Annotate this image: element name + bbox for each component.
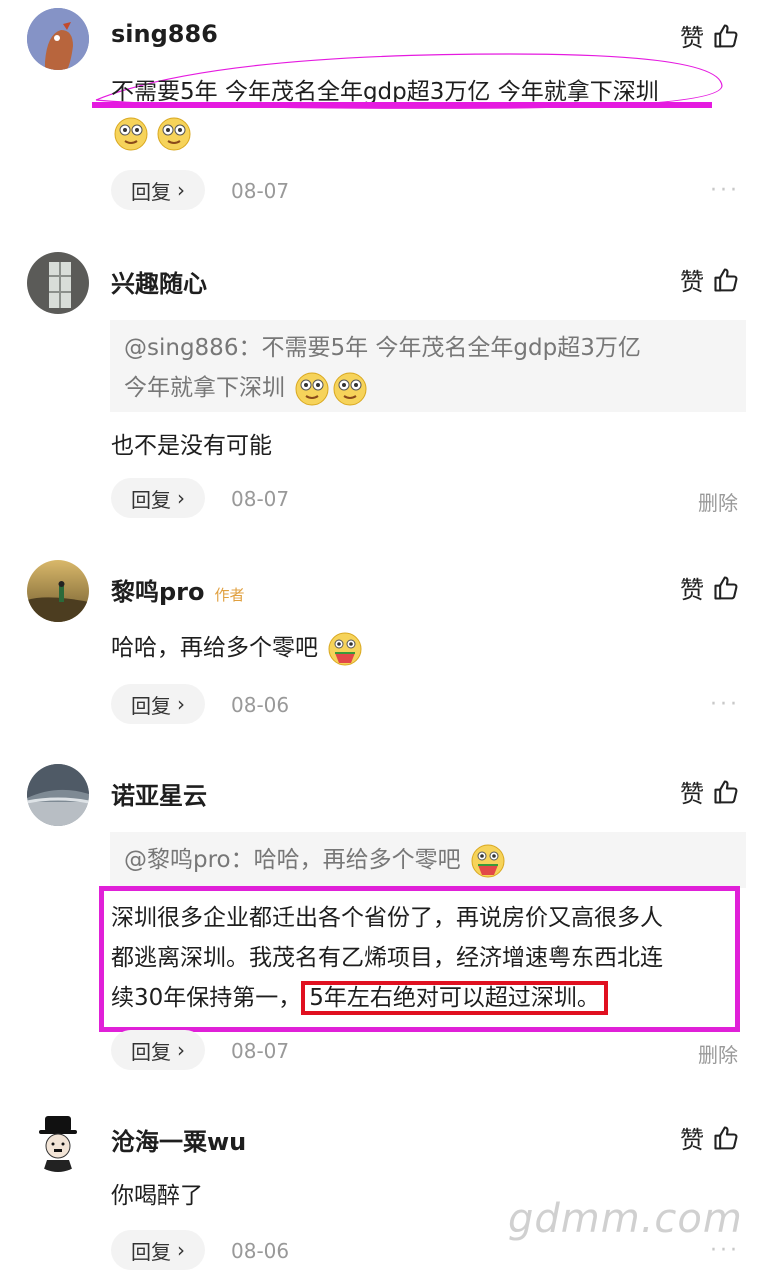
comment-text: 深圳很多企业都迁出各个省份了，再说房价又高很多人 都逃离深圳。我茂名有乙烯项目，… [111, 898, 663, 1018]
like-button[interactable]: 赞 [680, 570, 740, 605]
reply-button[interactable]: 回复 › [111, 1030, 205, 1070]
comment-date: 08-06 [231, 1239, 290, 1263]
emoji-drooling-icon [295, 372, 329, 405]
username[interactable]: 沧海一粟wu [111, 1122, 246, 1157]
username[interactable]: 诺亚星云 [111, 776, 207, 811]
quoted-comment[interactable]: @sing886：不需要5年 今年茂名全年gdp超3万亿 今年就拿下深圳 [110, 320, 746, 412]
like-label: 赞 [680, 780, 704, 808]
thumbs-up-icon [714, 1125, 738, 1150]
thumbs-up-icon [714, 779, 738, 804]
reply-button[interactable]: 回复 › [111, 478, 205, 518]
like-button[interactable]: 赞 [680, 18, 740, 53]
reply-button[interactable]: 回复 › [111, 684, 205, 724]
chevron-right-icon: › [177, 1238, 185, 1262]
highlight-underline [92, 102, 712, 108]
emoji-drooling-icon [114, 117, 148, 151]
delete-button[interactable]: 删除 [698, 1039, 738, 1068]
comment-date: 08-07 [231, 487, 290, 511]
username[interactable]: 兴趣随心 [111, 264, 207, 299]
quote-line-with-emoji: 今年就拿下深圳 [124, 368, 732, 408]
avatar[interactable] [27, 252, 89, 314]
emoji-drooling-icon [333, 372, 367, 405]
comment-date: 08-07 [231, 179, 290, 203]
like-label: 赞 [680, 24, 704, 52]
comment-text: 也不是没有可能 [111, 433, 272, 459]
delete-button[interactable]: 删除 [698, 487, 738, 516]
reply-label: 回复 [131, 693, 171, 718]
quote-line: @sing886：不需要5年 今年茂名全年gdp超3万亿 [124, 335, 641, 361]
emoji-drooling-icon [157, 117, 191, 151]
reply-label: 回复 [131, 487, 171, 512]
avatar[interactable] [27, 8, 89, 70]
comment-text: 你喝醉了 [111, 1183, 203, 1209]
username[interactable]: sing886 [111, 20, 218, 48]
comment-text-with-emoji: 哈哈，再给多个零吧 [111, 628, 363, 668]
reply-button[interactable]: 回复 › [111, 170, 205, 210]
avatar[interactable] [27, 560, 89, 622]
chevron-right-icon: › [177, 178, 185, 202]
more-options-button[interactable]: ··· [710, 692, 740, 717]
reply-label: 回复 [131, 1239, 171, 1264]
chevron-right-icon: › [177, 1038, 185, 1062]
thumbs-up-icon [714, 575, 738, 600]
like-label: 赞 [680, 268, 704, 296]
emoji-watermelon-icon [471, 844, 505, 877]
author-tag: 作者 [214, 586, 245, 604]
reply-label: 回复 [131, 179, 171, 204]
avatar[interactable] [27, 764, 89, 826]
emoji-row [111, 116, 192, 152]
watermark: gdmm.com [508, 1196, 743, 1242]
comment-date: 08-07 [231, 1039, 290, 1063]
more-options-button[interactable]: ··· [710, 178, 740, 203]
red-highlight: 5年左右绝对可以超过深圳。 [301, 981, 608, 1015]
like-label: 赞 [680, 576, 704, 604]
comment-date: 08-06 [231, 693, 290, 717]
username[interactable]: 黎鸣pro 作者 [111, 572, 245, 607]
thumbs-up-icon [714, 23, 738, 48]
emoji-watermelon-icon [328, 632, 362, 665]
like-button[interactable]: 赞 [680, 774, 740, 809]
chevron-right-icon: › [177, 692, 185, 716]
thumbs-up-icon [714, 267, 738, 292]
quoted-comment[interactable]: @黎鸣pro：哈哈，再给多个零吧 [110, 832, 746, 888]
avatar[interactable] [27, 1110, 89, 1172]
like-button[interactable]: 赞 [680, 262, 740, 297]
chevron-right-icon: › [177, 486, 185, 510]
like-label: 赞 [680, 1126, 704, 1154]
reply-button[interactable]: 回复 › [111, 1230, 205, 1270]
reply-label: 回复 [131, 1039, 171, 1064]
like-button[interactable]: 赞 [680, 1120, 740, 1155]
